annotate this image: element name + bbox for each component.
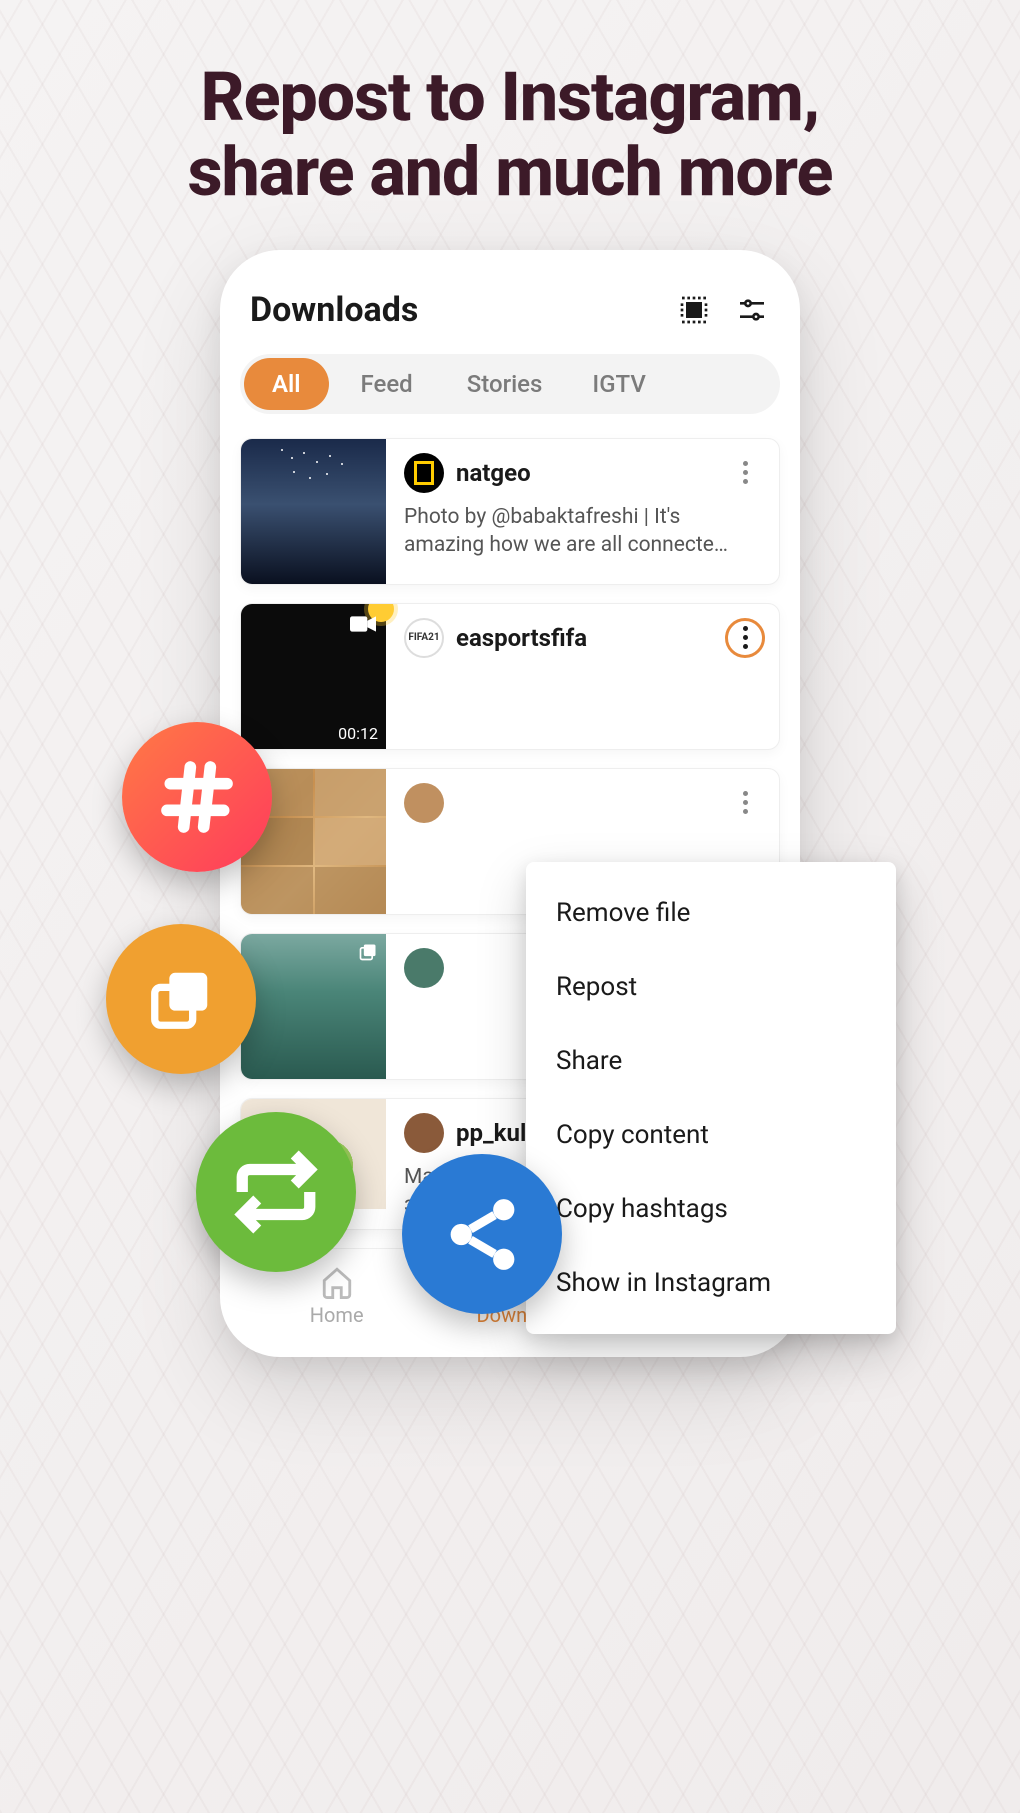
menu-remove-file[interactable]: Remove file (526, 876, 896, 950)
tab-stories[interactable]: Stories (445, 358, 565, 410)
download-item[interactable]: 00:12 FIFA21 easportsfifa (240, 603, 780, 750)
item-more-button[interactable] (725, 783, 765, 823)
item-body: FIFA21 easportsfifa (386, 604, 779, 749)
badge-share (402, 1154, 562, 1314)
hash-icon (157, 757, 237, 837)
menu-copy-hashtags[interactable]: Copy hashtags (526, 1172, 896, 1246)
item-more-button[interactable] (725, 453, 765, 493)
avatar (404, 783, 444, 823)
home-icon (320, 1265, 354, 1299)
tab-all[interactable]: All (244, 358, 329, 410)
menu-share[interactable]: Share (526, 1024, 896, 1098)
share-icon (440, 1192, 525, 1277)
avatar (404, 948, 444, 988)
settings-sliders-icon[interactable] (734, 292, 770, 328)
repost-icon (231, 1147, 321, 1237)
badge-hashtag (122, 722, 272, 872)
tab-igtv[interactable]: IGTV (570, 358, 667, 410)
item-username: natgeo (456, 459, 531, 487)
download-item[interactable]: natgeo Photo by @babaktafreshi | It's am… (240, 438, 780, 585)
select-all-icon[interactable] (676, 292, 712, 328)
promo-title-line2: share and much more (40, 135, 980, 210)
avatar: FIFA21 (404, 618, 444, 658)
app-header: Downloads (240, 280, 780, 354)
header-actions (676, 292, 770, 328)
context-menu: Remove file Repost Share Copy content Co… (526, 862, 896, 1334)
badge-copy (106, 924, 256, 1074)
item-more-button[interactable] (725, 618, 765, 658)
item-thumbnail (241, 439, 386, 584)
stack-icon (358, 942, 378, 962)
avatar (404, 1113, 444, 1153)
nav-home[interactable]: Home (287, 1265, 387, 1327)
promo-title-line1: Repost to Instagram, (40, 60, 980, 135)
menu-copy-content[interactable]: Copy content (526, 1098, 896, 1172)
item-thumbnail (241, 934, 386, 1079)
item-description: Photo by @babaktafreshi | It's amazing h… (404, 503, 765, 560)
video-duration: 00:12 (338, 724, 378, 743)
item-username: easportsfifa (456, 624, 587, 652)
page-title: Downloads (250, 290, 418, 330)
item-thumbnail: 00:12 (241, 604, 386, 749)
avatar (404, 453, 444, 493)
badge-repost (196, 1112, 356, 1272)
menu-repost[interactable]: Repost (526, 950, 896, 1024)
item-body: natgeo Photo by @babaktafreshi | It's am… (386, 439, 779, 584)
nav-label: Home (310, 1303, 364, 1327)
promo-title: Repost to Instagram, share and much more (0, 0, 1020, 250)
video-icon (350, 614, 376, 634)
filter-tabs: All Feed Stories IGTV (240, 354, 780, 414)
menu-show-in-instagram[interactable]: Show in Instagram (526, 1246, 896, 1320)
copy-icon (146, 964, 216, 1034)
tab-feed[interactable]: Feed (335, 358, 439, 410)
